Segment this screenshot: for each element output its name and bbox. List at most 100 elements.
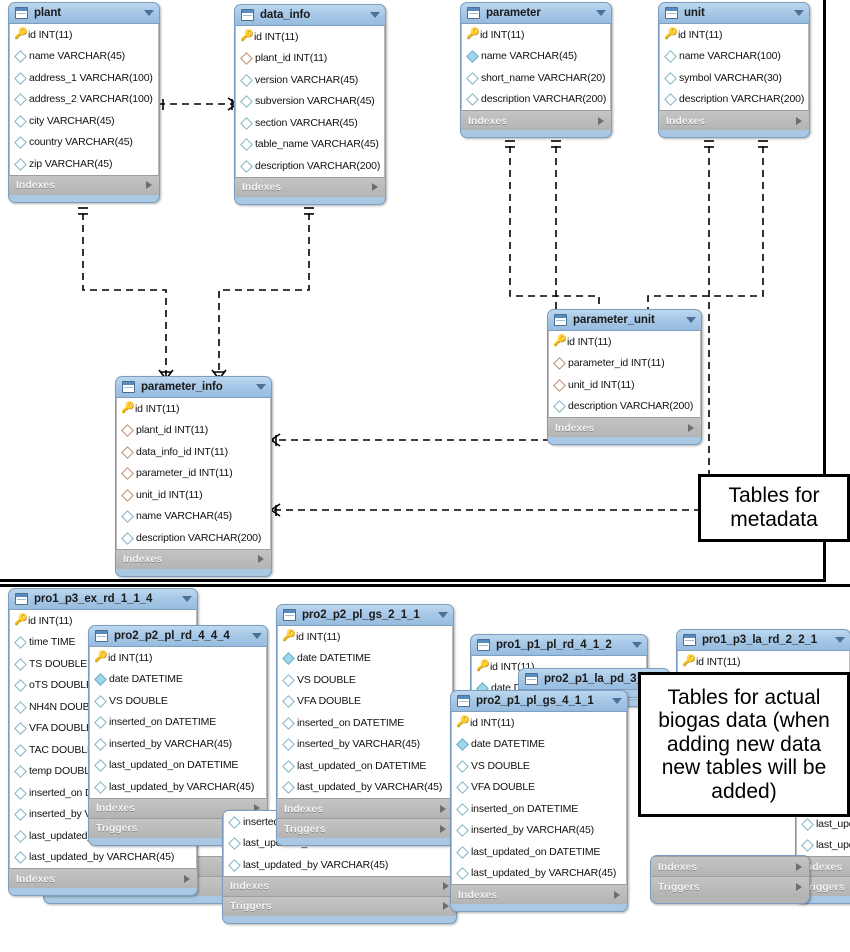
table-row[interactable]: description VARCHAR(200) <box>117 527 270 549</box>
table-parameter[interactable]: parameter 🔑 id INT(11) name VARCHAR(45) s… <box>460 2 612 138</box>
chevron-down-icon[interactable] <box>182 596 192 602</box>
table-row[interactable]: inserted_by VARCHAR(45) <box>90 733 266 755</box>
expand-arrow-icon[interactable] <box>146 181 152 189</box>
table-row[interactable]: last_updated_by VARCHAR(45) <box>797 835 850 857</box>
table-row[interactable]: last_updated_by VARCHAR(45) <box>224 854 455 876</box>
table-header[interactable]: pro2_p2_pl_rd_4_4_4 <box>89 626 267 647</box>
expand-arrow-icon[interactable] <box>614 890 620 899</box>
indexes-drawer[interactable]: Indexes <box>451 884 627 904</box>
indexes-drawer[interactable]: Indexes <box>548 417 701 437</box>
table-row[interactable]: short_name VARCHAR(20) <box>462 67 610 89</box>
table-row[interactable]: parameter_id INT(11) <box>549 353 700 375</box>
table-header[interactable]: pro2_p1_pl_gs_4_1_1 <box>451 691 627 712</box>
indexes-drawer[interactable]: Indexes <box>235 176 385 197</box>
expand-arrow-icon[interactable] <box>372 183 378 191</box>
table-header[interactable]: parameter_info <box>116 377 271 398</box>
table-parameter-info[interactable]: parameter_info 🔑 id INT(11) plant_id INT(… <box>115 376 272 577</box>
table-row[interactable]: last_updated_by VARCHAR(45) <box>278 777 452 799</box>
table-pro2-p1-pl-gs[interactable]: pro2_p1_pl_gs_4_1_1 🔑 id INT(11) date DAT… <box>450 690 628 912</box>
triggers-drawer[interactable]: Triggers <box>277 818 453 838</box>
indexes-drawer[interactable]: Indexes <box>9 174 159 195</box>
table-header[interactable]: plant <box>9 3 159 24</box>
table-header[interactable]: unit <box>659 3 809 24</box>
indexes-drawer[interactable]: Indexes <box>651 856 809 876</box>
table-row[interactable]: country VARCHAR(45) <box>10 132 158 154</box>
expand-arrow-icon[interactable] <box>688 423 694 432</box>
table-row[interactable]: inserted_by VARCHAR(45) <box>452 820 626 842</box>
table-row[interactable]: last_updated_on DATETIME <box>90 755 266 777</box>
table-header[interactable]: parameter <box>461 3 611 24</box>
indexes-drawer[interactable]: Indexes <box>223 875 456 896</box>
table-row[interactable]: description VARCHAR(200) <box>462 89 610 111</box>
table-header[interactable]: data_info <box>235 5 385 26</box>
table-row[interactable]: address_1 VARCHAR(100) <box>10 67 158 89</box>
expand-arrow-icon[interactable] <box>258 555 264 563</box>
expand-arrow-icon[interactable] <box>184 874 190 883</box>
table-row[interactable]: subversion VARCHAR(45) <box>236 91 384 113</box>
table-row[interactable]: name VARCHAR(45) <box>462 46 610 68</box>
table-row[interactable]: inserted_on DATETIME <box>278 712 452 734</box>
table-row[interactable]: inserted_by VARCHAR(45) <box>278 734 452 756</box>
table-row[interactable]: description VARCHAR(200) <box>549 396 700 418</box>
table-row[interactable]: VS DOUBLE <box>452 755 626 777</box>
chevron-down-icon[interactable] <box>438 612 448 618</box>
table-row[interactable]: last_updated_by VARCHAR(45) <box>452 863 626 885</box>
table-row[interactable]: plant_id INT(11) <box>117 420 270 442</box>
table-row[interactable]: name VARCHAR(45) <box>117 506 270 528</box>
table-header[interactable]: pro1_p3_ex_rd_1_1_4 <box>9 589 197 610</box>
chevron-down-icon[interactable] <box>370 12 380 18</box>
chevron-down-icon[interactable] <box>686 317 696 323</box>
table-row[interactable]: 🔑 id INT(11) <box>10 24 158 46</box>
expand-arrow-icon[interactable] <box>796 116 802 125</box>
table-header[interactable]: pro1_p1_pl_rd_4_1_2 <box>471 635 647 656</box>
indexes-drawer[interactable]: Indexes <box>116 548 271 569</box>
table-header[interactable]: pro2_p2_pl_gs_2_1_1 <box>277 605 453 626</box>
indexes-drawer[interactable]: Indexes <box>659 110 809 130</box>
table-row[interactable]: address_2 VARCHAR(100) <box>10 89 158 111</box>
expand-arrow-icon[interactable] <box>598 116 604 125</box>
expand-arrow-icon[interactable] <box>796 882 802 891</box>
chevron-down-icon[interactable] <box>794 10 804 16</box>
triggers-drawer[interactable]: Triggers <box>651 876 809 896</box>
table-row[interactable]: date DATETIME <box>452 734 626 756</box>
table-row[interactable]: last_updated_on DATETIME <box>278 755 452 777</box>
table-row[interactable]: date DATETIME <box>90 669 266 691</box>
table-header[interactable]: pro1_p3_la_rd_2_2_1 <box>677 630 850 651</box>
table-row[interactable]: VFA DOUBLE <box>278 691 452 713</box>
chevron-down-icon[interactable] <box>256 384 266 390</box>
table-row[interactable]: name VARCHAR(45) <box>10 46 158 68</box>
table-row[interactable]: 🔑 id INT(11) <box>90 647 266 669</box>
table-data-info[interactable]: data_info 🔑 id INT(11) plant_id INT(11) v… <box>234 4 386 205</box>
table-row[interactable]: description VARCHAR(200) <box>660 89 808 111</box>
table-row[interactable]: description VARCHAR(200) <box>236 155 384 177</box>
table-pro1-p3-la-rd-drawers[interactable]: Indexes Triggers <box>650 855 810 904</box>
table-row[interactable]: parameter_id INT(11) <box>117 463 270 485</box>
table-row[interactable]: 🔑 id INT(11) <box>549 331 700 353</box>
expand-arrow-icon[interactable] <box>440 804 446 813</box>
table-row[interactable]: unit_id INT(11) <box>549 374 700 396</box>
table-row[interactable]: zip VARCHAR(45) <box>10 153 158 175</box>
table-row[interactable]: section VARCHAR(45) <box>236 112 384 134</box>
table-row[interactable]: last_updated_by VARCHAR(45) <box>90 776 266 798</box>
triggers-drawer[interactable]: Triggers <box>223 895 456 916</box>
table-row[interactable]: last_updated_by VARCHAR(45) <box>10 847 196 869</box>
table-row[interactable]: last_updated_on DATETIME <box>452 841 626 863</box>
table-row[interactable]: table_name VARCHAR(45) <box>236 134 384 156</box>
table-row[interactable]: data_info_id INT(11) <box>117 441 270 463</box>
expand-arrow-icon[interactable] <box>443 902 449 910</box>
table-row[interactable]: date DATETIME <box>278 648 452 670</box>
table-plant[interactable]: plant 🔑 id INT(11) name VARCHAR(45) addre… <box>8 2 160 203</box>
expand-arrow-icon[interactable] <box>443 882 449 890</box>
table-parameter-unit[interactable]: parameter_unit 🔑 id INT(11) parameter_id … <box>547 309 702 445</box>
table-row[interactable]: name VARCHAR(100) <box>660 46 808 68</box>
indexes-drawer[interactable]: Indexes <box>461 110 611 130</box>
table-row[interactable]: symbol VARCHAR(30) <box>660 67 808 89</box>
expand-arrow-icon[interactable] <box>796 862 802 871</box>
table-row[interactable]: 🔑 id INT(11) <box>236 26 384 48</box>
table-row[interactable]: VFA DOUBLE <box>452 777 626 799</box>
table-unit[interactable]: unit 🔑 id INT(11) name VARCHAR(100) symbo… <box>658 2 810 138</box>
table-row[interactable]: plant_id INT(11) <box>236 48 384 70</box>
table-row[interactable]: unit_id INT(11) <box>117 484 270 506</box>
table-row[interactable]: inserted_on DATETIME <box>90 712 266 734</box>
table-header[interactable]: parameter_unit <box>548 310 701 331</box>
